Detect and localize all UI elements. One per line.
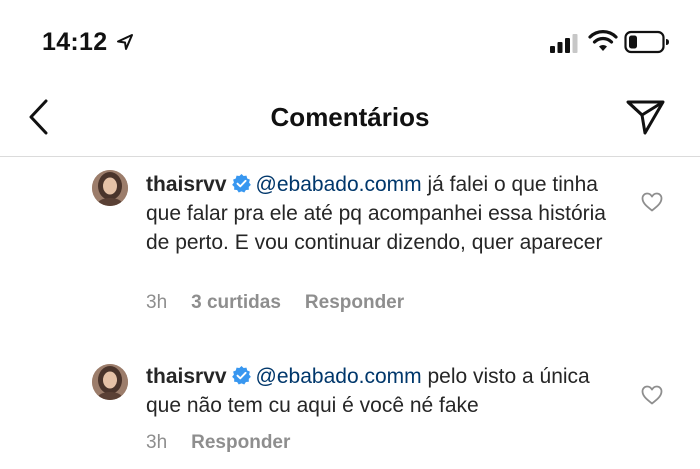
verified-badge-icon — [231, 365, 251, 385]
comment-timestamp: 3h — [146, 432, 168, 453]
status-time: 14:12 — [42, 28, 108, 56]
comment-username[interactable]: thaisrvv — [146, 173, 227, 196]
page-title: Comentários — [270, 102, 430, 132]
comment-meta: 3h Responder — [146, 432, 314, 454]
battery-icon — [624, 30, 669, 54]
comment-text: thaisrvv @ebabado.comm já falei o que ti… — [146, 170, 616, 257]
comment-username[interactable]: thaisrvv — [146, 365, 227, 388]
comment-likes-link[interactable]: 3 curtidas — [191, 292, 281, 313]
location-arrow-icon — [117, 34, 133, 50]
wifi-icon — [588, 30, 618, 51]
comments-header: Comentários — [0, 82, 700, 157]
avatar[interactable] — [92, 170, 128, 206]
send-icon[interactable] — [625, 97, 667, 137]
comment-mention[interactable]: @ebabado.comm — [256, 365, 422, 388]
avatar[interactable] — [92, 364, 128, 400]
comment-meta: 3h 3 curtidas Responder — [146, 292, 428, 314]
reply-button[interactable]: Responder — [305, 292, 404, 313]
comment-timestamp: 3h — [146, 292, 168, 313]
like-heart-icon[interactable] — [641, 385, 663, 405]
status-bar: 14:12 — [0, 0, 700, 80]
comment-mention[interactable]: @ebabado.comm — [256, 173, 422, 196]
verified-badge-icon — [231, 173, 251, 193]
signal-bars-icon — [550, 34, 578, 53]
comment-text: thaisrvv @ebabado.comm pelo visto a únic… — [146, 362, 616, 420]
like-heart-icon[interactable] — [641, 192, 663, 212]
reply-button[interactable]: Responder — [191, 432, 290, 453]
